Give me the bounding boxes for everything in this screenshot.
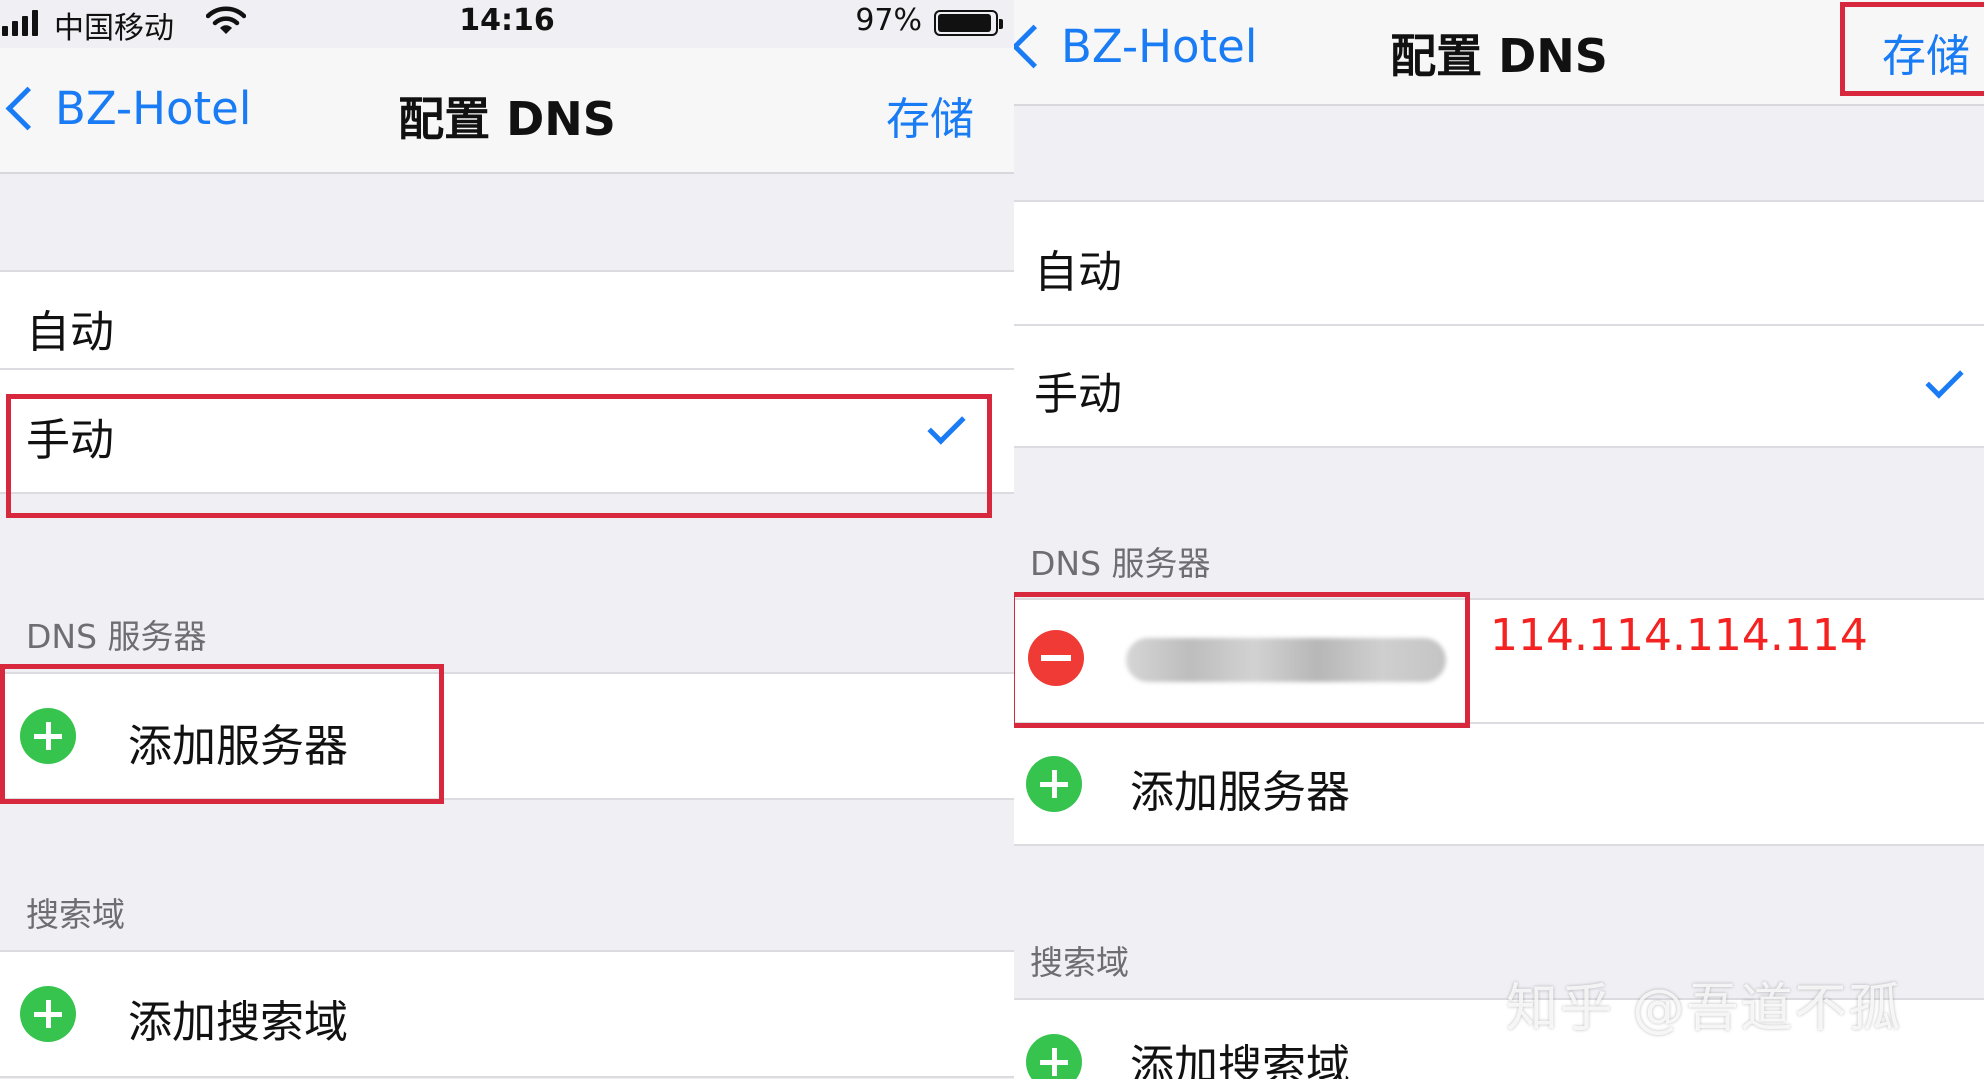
option-manual-label: 手动 bbox=[1034, 369, 1122, 420]
dns-mode-group: 自动 手动 bbox=[0, 270, 1014, 494]
add-search-domain-label: 添加搜索域 bbox=[1130, 1041, 1350, 1079]
option-manual-label: 手动 bbox=[26, 415, 114, 466]
dns-server-value-annotation: 114.114.114.114 bbox=[1490, 610, 1868, 661]
save-button[interactable]: 存储 bbox=[1882, 20, 1970, 84]
option-automatic-label: 自动 bbox=[26, 307, 114, 358]
remove-circle-icon[interactable] bbox=[1028, 630, 1084, 686]
option-automatic-label: 自动 bbox=[1034, 247, 1122, 298]
checkmark-icon bbox=[927, 406, 966, 445]
add-circle-icon bbox=[1026, 1034, 1082, 1079]
add-server-row[interactable]: 添加服务器 bbox=[0, 674, 1014, 798]
add-server-label: 添加服务器 bbox=[128, 721, 348, 772]
search-domains-header: 搜索域 bbox=[1030, 943, 1129, 982]
page-title: 配置 DNS bbox=[1390, 29, 1608, 83]
left-screenshot-panel: 中国移动 14:16 97% BZ-Hotel 配置 DNS 存储 自动 手动 … bbox=[0, 0, 1014, 1079]
watermark: 知乎 @吾道不孤 bbox=[1506, 979, 1903, 1039]
add-circle-icon bbox=[20, 708, 76, 764]
add-server-row[interactable]: 添加服务器 bbox=[1014, 722, 1984, 844]
battery-icon bbox=[934, 10, 1003, 36]
option-manual[interactable]: 手动 bbox=[1014, 324, 1984, 446]
page-title: 配置 DNS bbox=[398, 92, 616, 146]
add-circle-icon bbox=[1026, 756, 1082, 812]
option-manual[interactable]: 手动 bbox=[0, 368, 1014, 492]
add-search-domain-row[interactable]: 添加搜索域 bbox=[0, 952, 1014, 1076]
dns-servers-header: DNS 服务器 bbox=[1030, 544, 1211, 583]
status-bar: 中国移动 14:16 97% bbox=[0, 0, 1014, 48]
dns-servers-group: 添加服务器 bbox=[0, 672, 1014, 800]
dns-mode-group: 自动 手动 bbox=[1014, 200, 1984, 448]
right-screenshot-panel: BZ-Hotel 配置 DNS 存储 自动 手动 DNS 服务器 添加服务器 搜… bbox=[1014, 0, 1984, 1079]
save-button[interactable]: 存储 bbox=[886, 83, 974, 147]
search-domains-header: 搜索域 bbox=[26, 895, 125, 934]
checkmark-icon bbox=[1925, 360, 1964, 399]
blurred-server-address bbox=[1126, 638, 1446, 682]
add-circle-icon bbox=[20, 986, 76, 1042]
add-server-label: 添加服务器 bbox=[1130, 767, 1350, 818]
dns-servers-header: DNS 服务器 bbox=[26, 617, 207, 656]
navigation-bar: BZ-Hotel 配置 DNS 存储 bbox=[0, 48, 1014, 174]
battery-percentage: 97% bbox=[855, 3, 922, 38]
option-automatic[interactable]: 自动 bbox=[1014, 202, 1984, 324]
navigation-bar: BZ-Hotel 配置 DNS 存储 bbox=[1014, 0, 1984, 106]
search-domains-group: 添加搜索域 bbox=[0, 950, 1014, 1078]
option-automatic[interactable]: 自动 bbox=[0, 272, 1014, 368]
add-search-domain-label: 添加搜索域 bbox=[128, 997, 348, 1048]
